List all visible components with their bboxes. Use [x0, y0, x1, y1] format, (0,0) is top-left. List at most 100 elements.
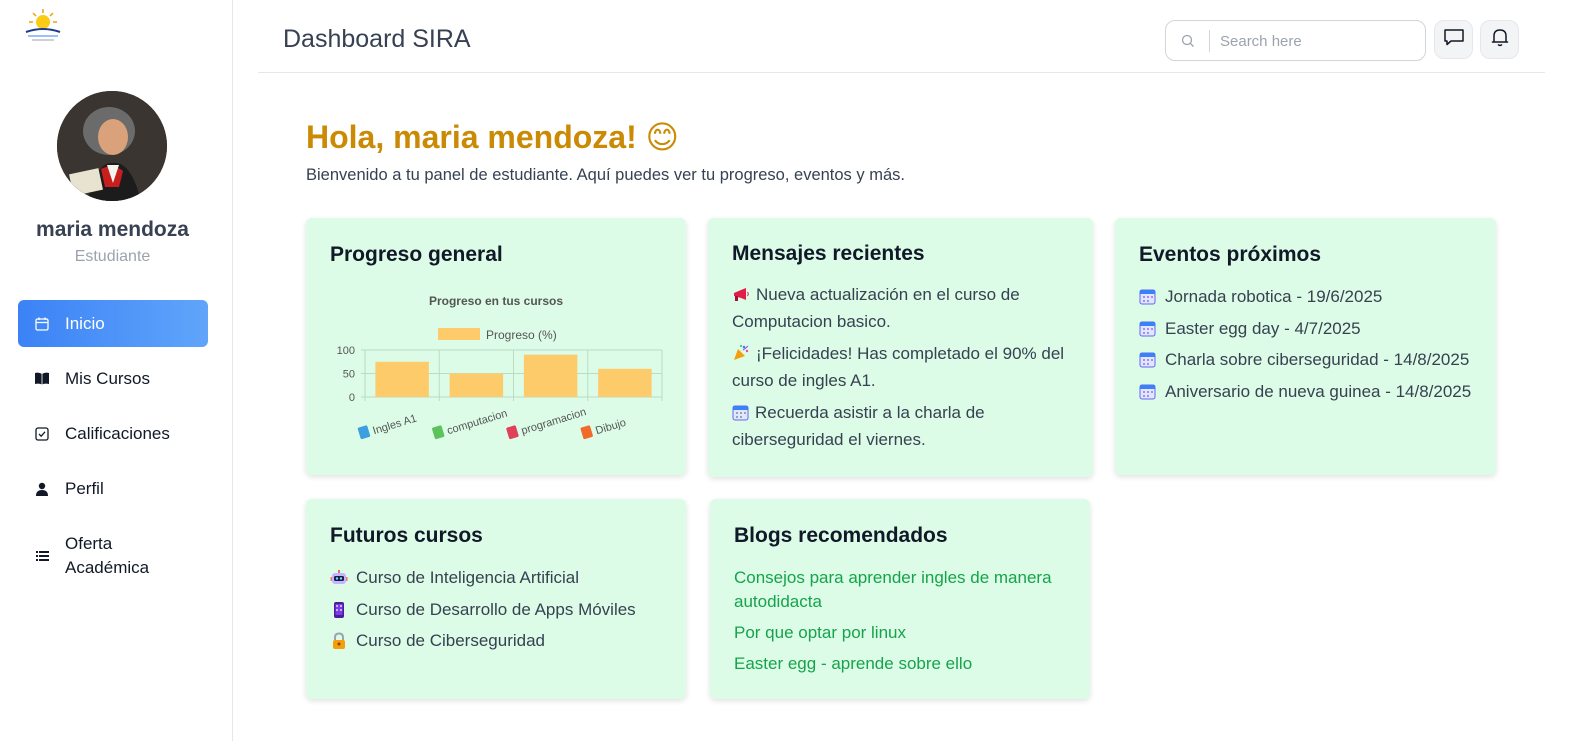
x-tick-group: Ingles A1: [357, 413, 418, 440]
sidebar-item-label: Calificaciones: [65, 423, 170, 443]
chart-bar: [598, 368, 652, 397]
future-courses-card: Futuros cursos Curso de Inteligencia Art…: [306, 499, 686, 699]
sidebar: maria mendoza Estudiante Inicio Mis Curs…: [0, 0, 233, 741]
calendar-icon: [1139, 288, 1157, 306]
robot-icon: [330, 569, 348, 587]
search-divider: [1209, 30, 1210, 52]
blogs-card: Blogs recomendados Consejos para aprende…: [710, 499, 1090, 699]
legend-label: Progreso (%): [486, 328, 557, 342]
event-text: Aniversario de nueva guinea - 14/8/2025: [1165, 381, 1472, 401]
event-text: Charla sobre ciberseguridad - 14/8/2025: [1165, 350, 1470, 369]
sidebar-item-label: Oferta Académica: [65, 534, 150, 577]
card-title: Eventos próximos: [1139, 243, 1322, 266]
chat-icon: [1443, 28, 1465, 51]
card-title: Progreso general: [330, 243, 503, 266]
course-text: Curso de Ciberseguridad: [356, 631, 545, 650]
welcome-subtitle: Bienvenido a tu panel de estudiante. Aqu…: [306, 166, 905, 184]
event-text: Jornada robotica - 19/6/2025: [1165, 287, 1383, 306]
messages-list: Nueva actualización en el curso de Compu…: [732, 283, 1069, 460]
course-text: Curso de Inteligencia Artificial: [356, 568, 580, 587]
search-box[interactable]: [1165, 20, 1426, 61]
chart-bar: [523, 354, 578, 397]
messages-card: Mensajes recientes Nueva actualización e…: [708, 218, 1093, 477]
calendar-icon: [34, 316, 50, 332]
blog-link[interactable]: Consejos para aprender ingles de manera …: [734, 566, 1060, 614]
sidebar-item-calificaciones[interactable]: Calificaciones: [18, 410, 208, 457]
mobile-phone-icon: [330, 601, 348, 619]
orange-book-icon: [580, 425, 593, 440]
x-tick-label: programacion: [520, 406, 588, 437]
x-tick-label: Ingles A1: [371, 413, 418, 438]
page-title: Dashboard SIRA: [283, 25, 471, 53]
x-tick-group: Dibujo: [580, 417, 627, 440]
lock-icon: [330, 632, 348, 650]
message-text: Nueva actualización en el curso de Compu…: [732, 285, 1020, 331]
blue-book-icon: [357, 425, 371, 440]
user-role: Estudiante: [74, 248, 151, 265]
school-logo[interactable]: [18, 6, 68, 46]
message-text: ¡Felicidades! Has completado el 90% del …: [732, 344, 1065, 390]
events-list: Jornada robotica - 19/6/2025 Easter egg …: [1139, 285, 1476, 411]
course-item[interactable]: Curso de Desarrollo de Apps Móviles: [330, 598, 666, 622]
checkbox-icon: [34, 426, 50, 442]
sidebar-item-label: Mis Cursos: [65, 368, 151, 388]
x-tick-label: computacion: [446, 408, 509, 438]
events-card: Eventos próximos Jornada robotica - 19/6…: [1115, 218, 1496, 475]
blog-link[interactable]: Easter egg - aprende sobre ello: [734, 652, 1060, 676]
message-item[interactable]: Nueva actualización en el curso de Compu…: [732, 283, 1069, 334]
card-title: Blogs recomendados: [734, 524, 948, 547]
notifications-button[interactable]: [1480, 20, 1519, 59]
blog-link[interactable]: Por que optar por linux: [734, 621, 1060, 645]
event-item[interactable]: Aniversario de nueva guinea - 14/8/2025: [1139, 380, 1476, 404]
avatar: [57, 91, 167, 201]
x-tick-group: computacion: [432, 408, 509, 440]
red-book-icon: [506, 425, 519, 440]
party-popper-icon: [732, 344, 750, 369]
sidebar-item-inicio[interactable]: Inicio: [18, 300, 208, 347]
event-item[interactable]: Jornada robotica - 19/6/2025: [1139, 285, 1476, 309]
progress-chart: Progreso en tus cursos Progreso (%) 0 50 1…: [330, 284, 670, 454]
user-name: maria mendoza: [36, 218, 189, 241]
sidebar-item-label: Perfil: [65, 478, 104, 498]
course-item[interactable]: Curso de Inteligencia Artificial: [330, 566, 666, 590]
x-tick-group: programacion: [506, 406, 588, 440]
sidebar-item-mis-cursos[interactable]: Mis Cursos: [18, 355, 208, 402]
course-text: Curso de Desarrollo de Apps Móviles: [356, 599, 636, 619]
messages-button[interactable]: [1434, 20, 1473, 59]
green-book-icon: [432, 425, 445, 440]
message-text: Recuerda asistir a la charla de ciberseg…: [732, 403, 985, 449]
chart-bar: [449, 373, 504, 397]
greeting-heading: Hola, maria mendoza! 😊: [306, 119, 679, 155]
card-title: Futuros cursos: [330, 524, 483, 547]
top-header: Dashboard SIRA: [258, 0, 1545, 73]
calendar-icon: [1139, 351, 1157, 369]
sidebar-item-perfil[interactable]: Perfil: [18, 465, 208, 512]
message-item[interactable]: Recuerda asistir a la charla de ciberseg…: [732, 401, 1069, 452]
calendar-icon: [1139, 383, 1157, 401]
calendar-icon: [1139, 320, 1157, 338]
y-tick-label: 50: [343, 369, 355, 381]
calendar-icon: [732, 404, 749, 428]
event-item[interactable]: Easter egg day - 4/7/2025: [1139, 317, 1476, 341]
x-tick-label: Dibujo: [594, 417, 627, 438]
progress-card: Progreso general Progreso en tus cursos …: [306, 218, 686, 475]
sidebar-item-label: Inicio: [65, 313, 105, 333]
search-input[interactable]: [1220, 30, 1410, 52]
megaphone-icon: [732, 286, 750, 310]
card-title: Mensajes recientes: [732, 242, 925, 265]
y-tick-label: 0: [349, 392, 355, 404]
sidebar-item-oferta-academica[interactable]: Oferta Académica: [18, 532, 208, 580]
chart-labels: Ingles A1 computacion programacion Dibujo: [357, 406, 627, 440]
course-item[interactable]: Curso de Ciberseguridad: [330, 629, 666, 653]
message-item[interactable]: ¡Felicidades! Has completado el 90% del …: [732, 342, 1069, 393]
event-item[interactable]: Charla sobre ciberseguridad - 14/8/2025: [1139, 348, 1476, 372]
list-icon: [34, 548, 50, 564]
chart-bar: [375, 361, 429, 397]
bell-icon: [1491, 27, 1509, 52]
future-courses-list: Curso de Inteligencia Artificial Curso d…: [330, 566, 666, 661]
event-text: Easter egg day - 4/7/2025: [1165, 318, 1361, 338]
legend-swatch: [438, 328, 480, 340]
book-open-icon: [34, 371, 50, 387]
y-tick-label: 100: [337, 345, 355, 357]
chart-title: Progreso en tus cursos: [429, 294, 563, 308]
